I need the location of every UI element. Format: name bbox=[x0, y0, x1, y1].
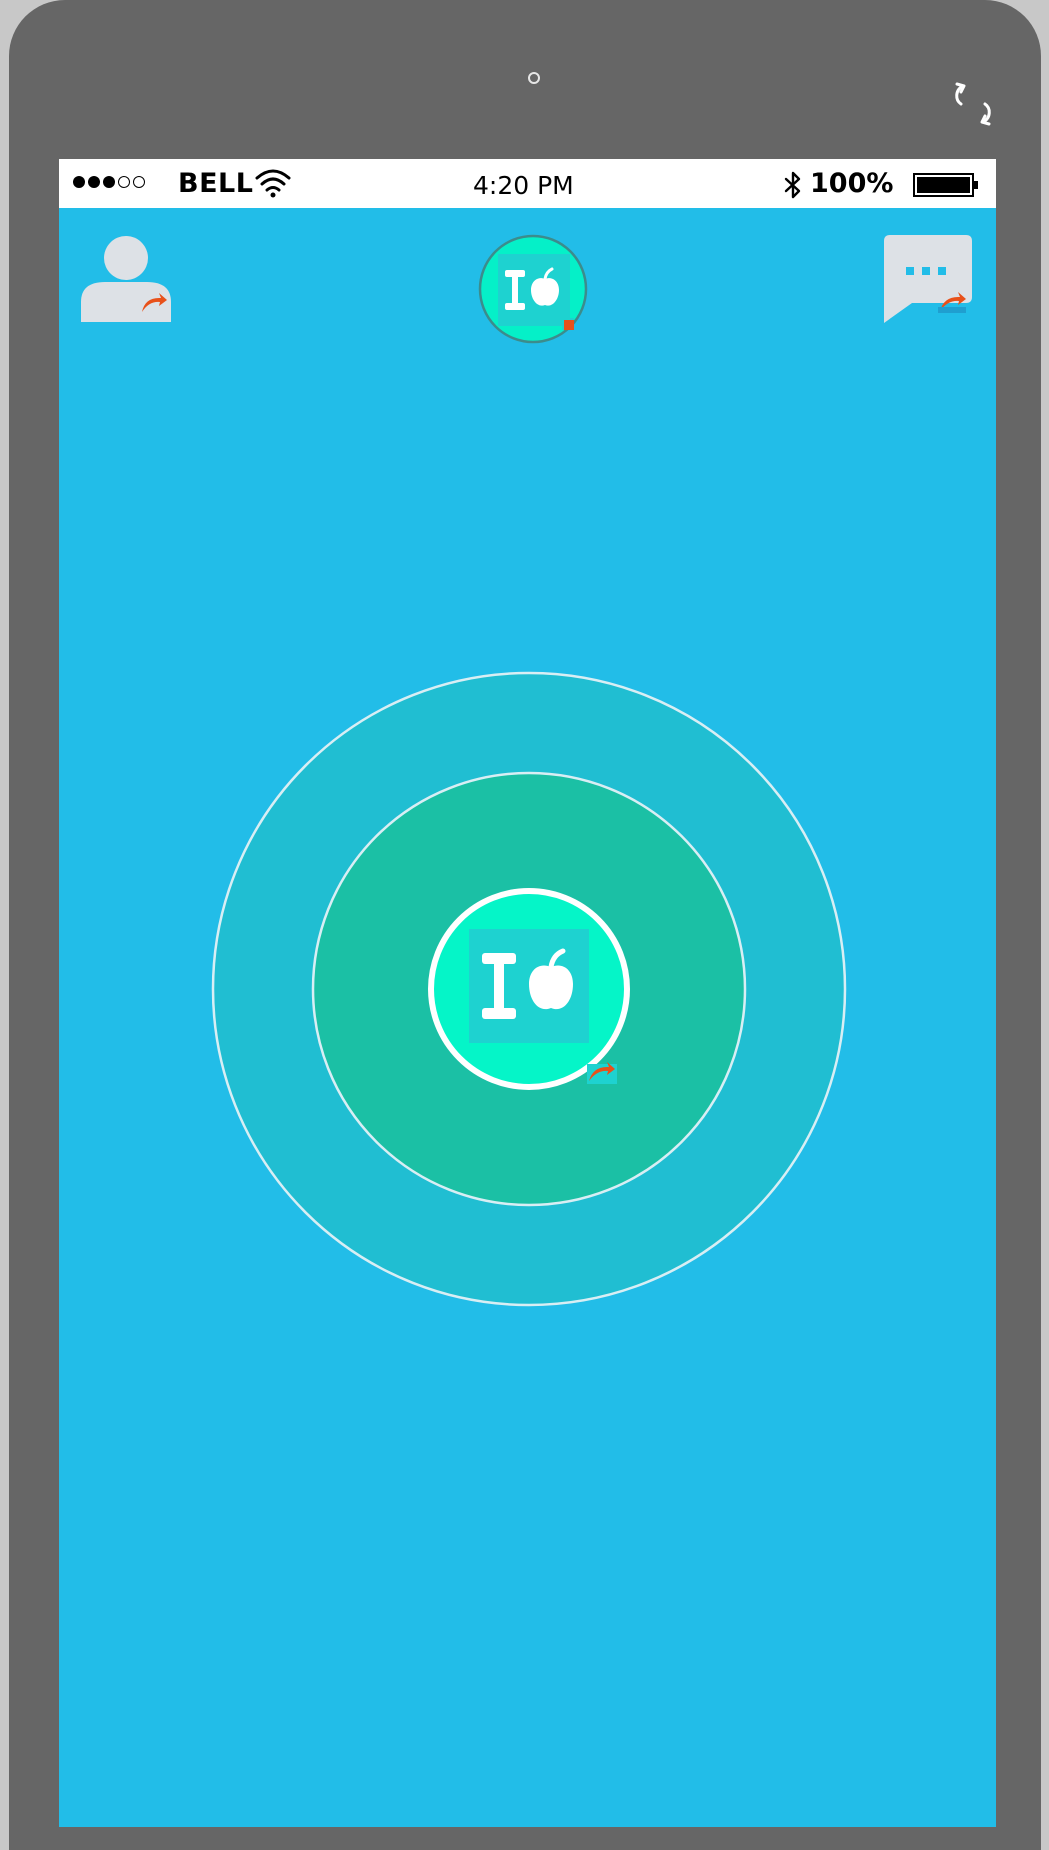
wifi-icon bbox=[255, 169, 291, 198]
signal-strength bbox=[73, 176, 145, 188]
camera-icon bbox=[528, 72, 540, 84]
header-logo-button[interactable] bbox=[478, 234, 588, 344]
radar-widget bbox=[211, 671, 847, 1307]
status-time: 4:20 PM bbox=[473, 171, 574, 200]
signal-dot bbox=[118, 176, 130, 188]
fitness-logo-icon bbox=[469, 929, 589, 1043]
carrier-name: BELL bbox=[178, 168, 254, 199]
phone-screen: BELL 4:20 PM 100% bbox=[59, 159, 996, 1827]
signal-dot bbox=[88, 176, 100, 188]
bluetooth-icon bbox=[784, 171, 801, 199]
battery-percentage: 100% bbox=[810, 168, 894, 199]
link-arrow-icon bbox=[562, 318, 574, 330]
battery-icon bbox=[913, 173, 978, 197]
status-bar: BELL 4:20 PM 100% bbox=[59, 159, 996, 208]
link-arrow-icon bbox=[587, 1062, 617, 1084]
profile-button[interactable] bbox=[79, 234, 171, 324]
signal-dot bbox=[133, 176, 145, 188]
rotate-icon[interactable] bbox=[947, 78, 999, 130]
chat-button[interactable] bbox=[882, 233, 974, 323]
center-button[interactable] bbox=[428, 888, 630, 1090]
signal-dot bbox=[103, 176, 115, 188]
fitness-logo-icon bbox=[498, 254, 570, 326]
link-arrow-icon bbox=[139, 293, 167, 312]
signal-dot bbox=[73, 176, 85, 188]
